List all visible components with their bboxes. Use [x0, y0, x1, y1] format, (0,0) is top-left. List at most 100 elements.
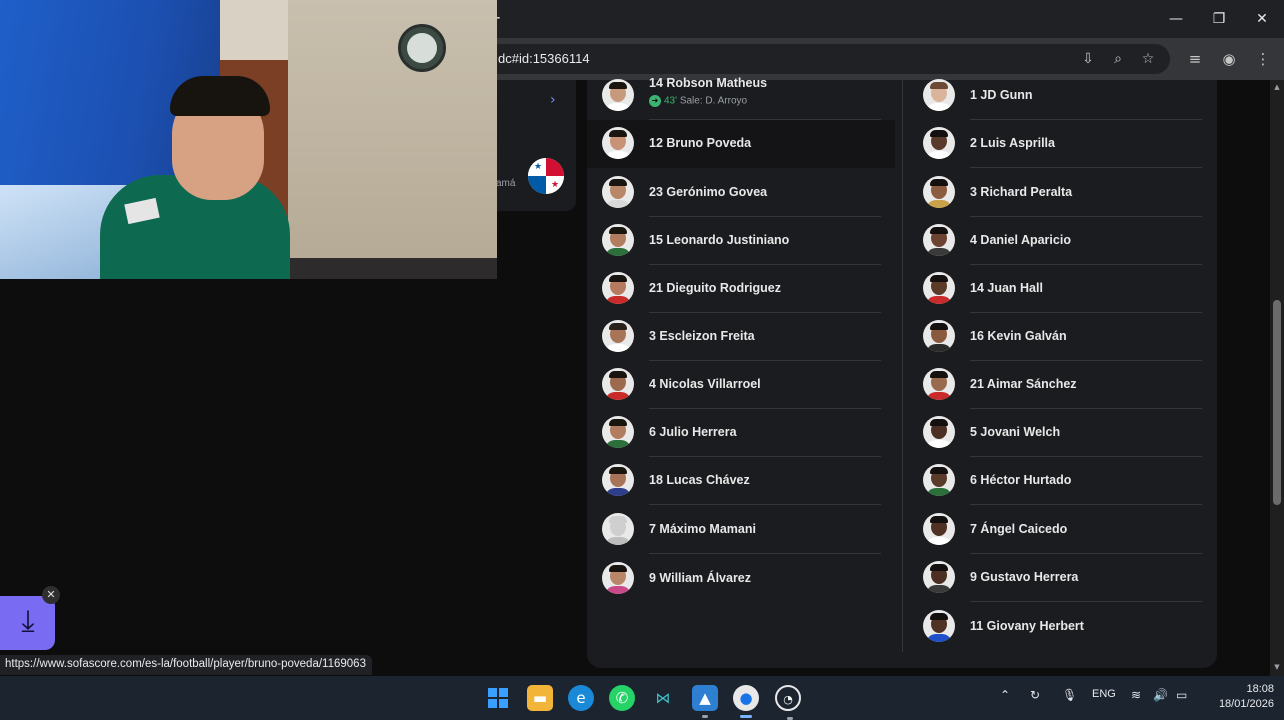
player-row[interactable]: 2 Luis Asprilla: [908, 120, 1216, 168]
player-name[interactable]: 14 Robson Matheus: [649, 76, 767, 90]
player-name[interactable]: 7 Máximo Mamani: [649, 522, 756, 536]
app-icon[interactable]: ⋈: [650, 685, 676, 711]
player-name[interactable]: 18 Lucas Chávez: [649, 473, 750, 487]
scroll-down-icon[interactable]: ▼: [1270, 662, 1284, 672]
language-indicator[interactable]: ENG: [1092, 688, 1116, 700]
player-avatar[interactable]: [923, 224, 955, 256]
whatsapp-icon[interactable]: ✆: [609, 685, 635, 711]
player-row[interactable]: 23 Gerónimo Govea: [587, 169, 895, 217]
player-name[interactable]: 6 Julio Herrera: [649, 425, 737, 439]
player-name[interactable]: 11 Giovany Herbert: [970, 619, 1084, 633]
address-url[interactable]: dc#id:15366114: [498, 51, 590, 66]
player-row[interactable]: 14 Juan Hall: [908, 265, 1216, 313]
bookmark-star-icon[interactable]: ☆: [1138, 49, 1158, 69]
page-scrollbar[interactable]: ▲ ▼: [1270, 80, 1284, 676]
player-row[interactable]: 3 Escleizon Freita: [587, 313, 895, 361]
player-name[interactable]: 3 Escleizon Freita: [649, 329, 755, 343]
player-avatar[interactable]: [602, 464, 634, 496]
scrollbar-thumb[interactable]: [1273, 300, 1281, 505]
player-avatar[interactable]: [923, 561, 955, 593]
edge-icon[interactable]: e: [568, 685, 594, 711]
photos-icon[interactable]: ▲: [692, 685, 718, 718]
download-button[interactable]: ⤓: [0, 596, 55, 650]
player-name[interactable]: 5 Jovani Welch: [970, 425, 1060, 439]
player-row[interactable]: 5 Jovani Welch: [908, 409, 1216, 457]
recorder-icon[interactable]: ◔: [775, 685, 801, 720]
player-row[interactable]: 6 Héctor Hurtado: [908, 457, 1216, 505]
microphone-icon[interactable]: 🎙: [1062, 688, 1077, 702]
player-avatar[interactable]: [923, 79, 955, 111]
volume-icon[interactable]: 🔊: [1153, 688, 1168, 702]
chevron-right-icon[interactable]: ›: [550, 92, 556, 108]
player-name[interactable]: 9 Gustavo Herrera: [970, 570, 1078, 584]
player-name[interactable]: 3 Richard Peralta: [970, 185, 1072, 199]
player-row[interactable]: 4 Nicolas Villarroel: [587, 361, 895, 409]
player-name[interactable]: 9 William Álvarez: [649, 571, 751, 585]
player-name[interactable]: 1 JD Gunn: [970, 88, 1033, 102]
player-row[interactable]: 12 Bruno Poveda: [587, 120, 895, 168]
tray-chevron-up-icon[interactable]: ⌃: [1000, 688, 1010, 702]
player-avatar[interactable]: [602, 272, 634, 304]
zoom-icon[interactable]: ⌕: [1108, 49, 1128, 69]
player-row[interactable]: 14 Robson Matheus ➜ 43' Sale: D. Arroyo: [587, 72, 895, 120]
player-row[interactable]: 15 Leonardo Justiniano: [587, 217, 895, 265]
player-avatar[interactable]: [602, 127, 634, 159]
player-name[interactable]: 14 Juan Hall: [970, 281, 1043, 295]
player-avatar[interactable]: [602, 562, 634, 594]
player-avatar[interactable]: [923, 610, 955, 642]
player-avatar[interactable]: [602, 416, 634, 448]
player-row[interactable]: 11 Giovany Herbert: [908, 603, 1216, 651]
player-name[interactable]: 7 Ángel Caicedo: [970, 522, 1067, 536]
scroll-up-icon[interactable]: ▲: [1270, 82, 1284, 92]
player-row[interactable]: 1 JD Gunn: [908, 72, 1216, 120]
player-avatar[interactable]: [923, 464, 955, 496]
player-name[interactable]: 21 Aimar Sánchez: [970, 377, 1077, 391]
player-avatar[interactable]: [602, 224, 634, 256]
player-row[interactable]: 9 Gustavo Herrera: [908, 554, 1216, 602]
player-avatar[interactable]: [602, 176, 634, 208]
player-avatar[interactable]: [923, 272, 955, 304]
player-row[interactable]: 4 Daniel Aparicio: [908, 217, 1216, 265]
player-row[interactable]: 6 Julio Herrera: [587, 409, 895, 457]
player-name[interactable]: 23 Gerónimo Govea: [649, 185, 767, 199]
player-name[interactable]: 6 Héctor Hurtado: [970, 473, 1071, 487]
player-name[interactable]: 16 Kevin Galván: [970, 329, 1067, 343]
start-windows-icon[interactable]: [485, 685, 511, 711]
chrome-icon[interactable]: ●: [733, 685, 759, 718]
player-avatar[interactable]: [923, 320, 955, 352]
player-row[interactable]: 21 Aimar Sánchez: [908, 361, 1216, 409]
player-avatar[interactable]: [602, 320, 634, 352]
player-row[interactable]: 21 Dieguito Rodriguez: [587, 265, 895, 313]
profile-icon[interactable]: ◉: [1218, 48, 1240, 70]
close-window-icon[interactable]: ✕: [1240, 6, 1284, 32]
player-row[interactable]: 3 Richard Peralta: [908, 169, 1216, 217]
menu-dots-icon[interactable]: ⋮: [1252, 48, 1274, 70]
player-avatar[interactable]: [923, 176, 955, 208]
close-download-icon[interactable]: ✕: [42, 586, 60, 604]
taskbar-clock[interactable]: 18:08 18/01/2026: [1200, 682, 1274, 712]
player-row[interactable]: 7 Máximo Mamani: [587, 506, 895, 554]
player-name[interactable]: 15 Leonardo Justiniano: [649, 233, 789, 247]
player-row[interactable]: 16 Kevin Galván: [908, 313, 1216, 361]
player-name[interactable]: 12 Bruno Poveda: [649, 136, 751, 150]
minimize-icon[interactable]: —: [1154, 6, 1198, 32]
player-avatar[interactable]: [923, 127, 955, 159]
player-row[interactable]: 7 Ángel Caicedo: [908, 506, 1216, 554]
address-bar[interactable]: dc#id:15366114 ⇩ ⌕ ☆: [470, 44, 1170, 74]
player-avatar[interactable]: [602, 368, 634, 400]
wifi-icon[interactable]: ≋: [1131, 688, 1141, 702]
player-name[interactable]: 4 Nicolas Villarroel: [649, 377, 761, 391]
player-name[interactable]: 4 Daniel Aparicio: [970, 233, 1071, 247]
file-explorer-icon[interactable]: ▬: [527, 685, 553, 711]
player-avatar[interactable]: [923, 513, 955, 545]
player-row[interactable]: 18 Lucas Chávez: [587, 457, 895, 505]
player-name[interactable]: 2 Luis Asprilla: [970, 136, 1055, 150]
player-row[interactable]: 9 William Álvarez: [587, 555, 895, 603]
install-app-icon[interactable]: ⇩: [1078, 49, 1098, 69]
player-avatar[interactable]: [923, 368, 955, 400]
player-placeholder-avatar[interactable]: [602, 513, 634, 545]
player-avatar[interactable]: [923, 416, 955, 448]
reading-list-icon[interactable]: ≡: [1184, 48, 1206, 70]
player-name[interactable]: 21 Dieguito Rodriguez: [649, 281, 781, 295]
restore-icon[interactable]: ❐: [1197, 6, 1241, 32]
